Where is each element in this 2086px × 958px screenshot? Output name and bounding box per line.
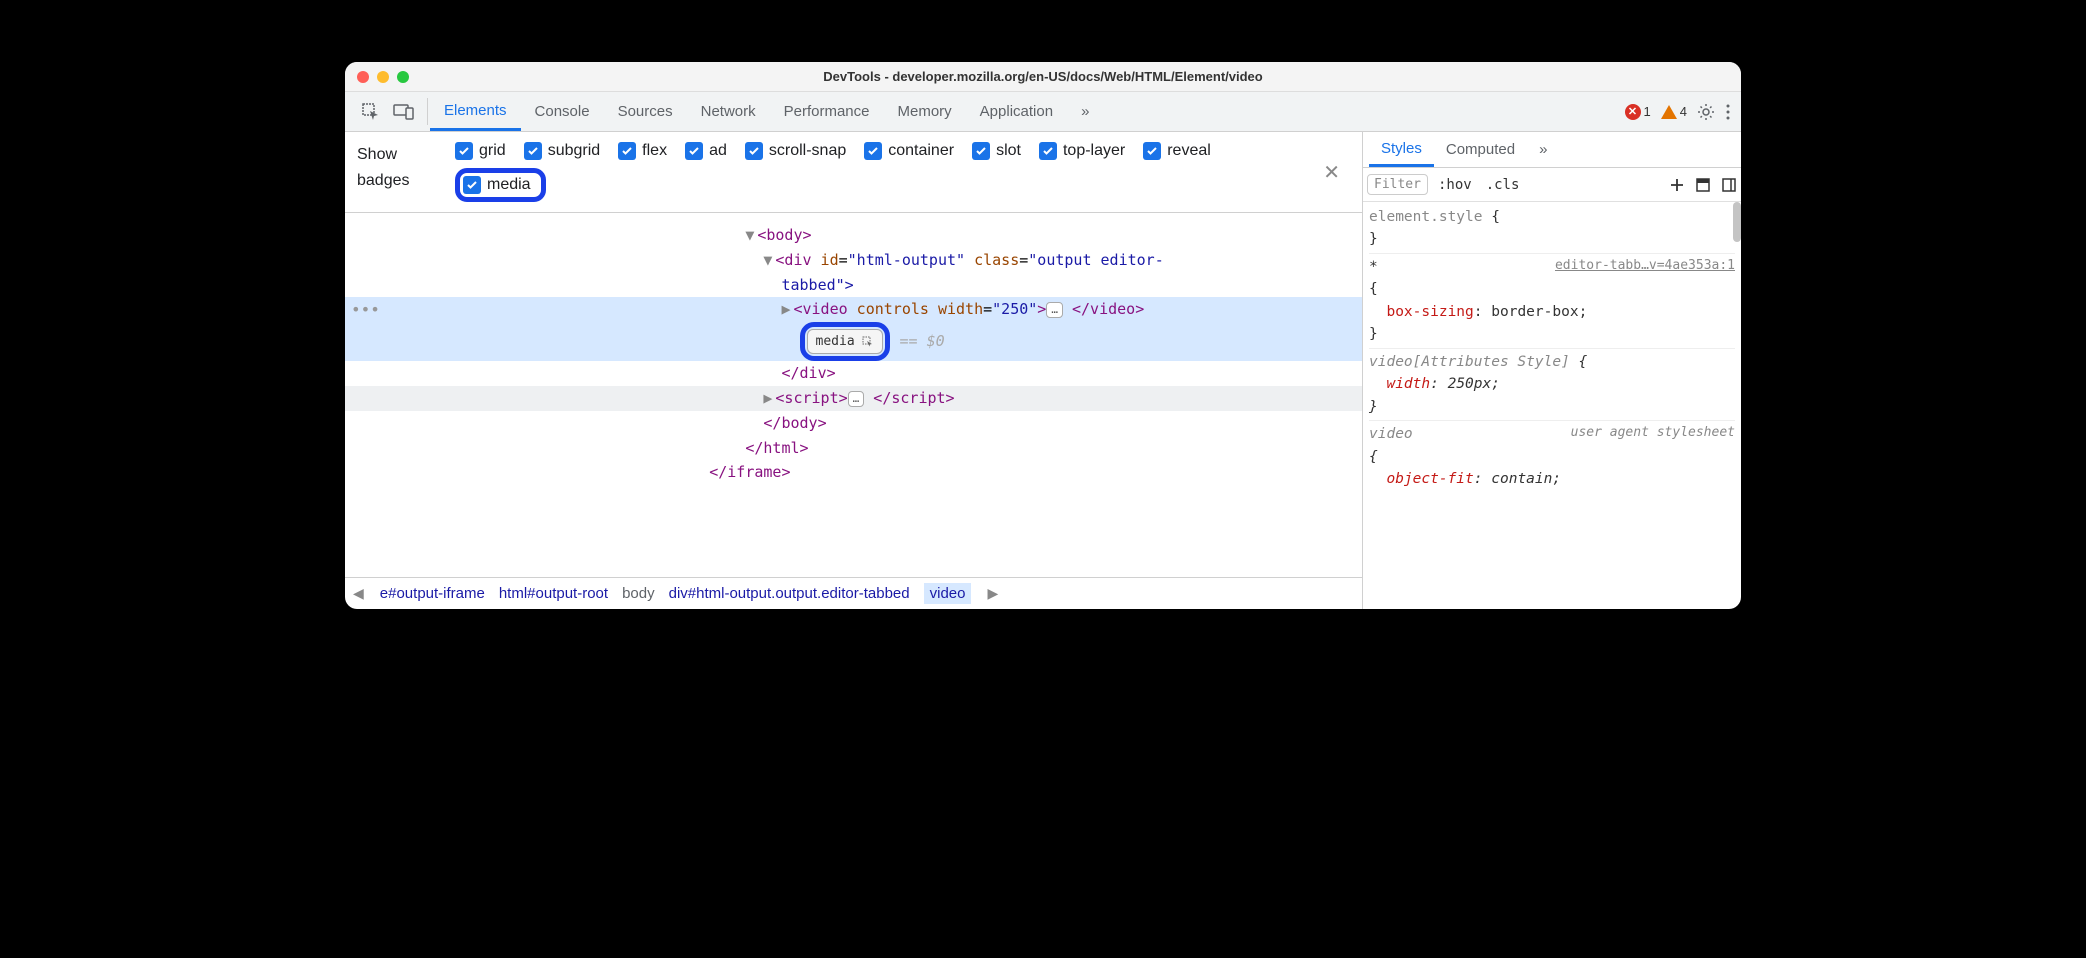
dom-script-line[interactable]: ▶<script>… </script>	[345, 386, 1362, 411]
tab-styles[interactable]: Styles	[1369, 132, 1434, 167]
styles-pane: Styles Computed » Filter :hov .cls eleme…	[1363, 132, 1741, 609]
breadcrumb: ◀ e#output-iframe html#output-root body …	[345, 577, 1362, 609]
tab-network[interactable]: Network	[687, 92, 770, 131]
tab-console[interactable]: Console	[521, 92, 604, 131]
window-title: DevTools - developer.mozilla.org/en-US/d…	[345, 69, 1741, 84]
badge-reveal[interactable]: reveal	[1143, 142, 1211, 160]
styles-body[interactable]: element.style {} *editor-tabb…v=4ae353a:…	[1363, 202, 1741, 609]
titlebar: DevTools - developer.mozilla.org/en-US/d…	[345, 62, 1741, 92]
breadcrumb-item-selected[interactable]: video	[924, 583, 972, 604]
rule-source-link[interactable]: editor-tabb…v=4ae353a:1	[1555, 256, 1735, 276]
breadcrumb-right[interactable]: ▶	[985, 585, 1000, 602]
badges-label: Showbadges	[357, 142, 437, 193]
close-badges-button[interactable]: ✕	[1313, 156, 1350, 189]
warning-count[interactable]: 4	[1661, 104, 1687, 119]
badge-flex[interactable]: flex	[618, 142, 667, 160]
dom-selected-video[interactable]: ••• ▶<video controls width="250">… </vid…	[345, 297, 1362, 322]
tab-memory[interactable]: Memory	[884, 92, 966, 131]
badge-scroll-snap[interactable]: scroll-snap	[745, 142, 846, 160]
gear-icon[interactable]	[1697, 103, 1715, 121]
more-tabs[interactable]: »	[1067, 92, 1103, 131]
badge-top-layer[interactable]: top-layer	[1039, 142, 1125, 160]
breadcrumb-item[interactable]: html#output-root	[499, 585, 608, 602]
styles-toolbar: Filter :hov .cls	[1363, 168, 1741, 202]
badge-slot[interactable]: slot	[972, 142, 1021, 160]
device-toggle-icon[interactable]	[393, 103, 415, 121]
inspect-icon[interactable]	[361, 102, 381, 122]
breadcrumb-item[interactable]: e#output-iframe	[380, 585, 485, 602]
badge-subgrid[interactable]: subgrid	[524, 142, 600, 160]
breadcrumb-item[interactable]: div#html-output.output.editor-tabbed	[669, 585, 910, 602]
tab-computed[interactable]: Computed	[1434, 132, 1527, 167]
scrollbar-thumb[interactable]	[1733, 202, 1741, 242]
tab-sources[interactable]: Sources	[604, 92, 687, 131]
more-styles-tabs[interactable]: »	[1527, 132, 1559, 167]
computed-panel-icon[interactable]	[1695, 177, 1711, 193]
media-badge-pill[interactable]: media	[800, 322, 891, 361]
new-style-icon[interactable]	[1669, 177, 1685, 193]
elements-pane: Showbadges grid subgrid flex ad scroll-s…	[345, 132, 1363, 609]
sidebar-toggle-icon[interactable]	[1721, 177, 1737, 193]
badge-media[interactable]: media	[455, 168, 546, 202]
tab-performance[interactable]: Performance	[770, 92, 884, 131]
badges-bar: Showbadges grid subgrid flex ad scroll-s…	[345, 132, 1362, 213]
styles-filter[interactable]: Filter	[1367, 174, 1428, 195]
dom-tree[interactable]: ▼<body> ▼<div id="html-output" class="ou…	[345, 213, 1362, 577]
devtools-window: DevTools - developer.mozilla.org/en-US/d…	[345, 62, 1741, 609]
breadcrumb-item[interactable]: body	[622, 585, 655, 602]
main-toolbar: Elements Console Sources Network Perform…	[345, 92, 1741, 132]
error-icon: ✕	[1625, 104, 1641, 120]
badge-grid[interactable]: grid	[455, 142, 506, 160]
hov-toggle[interactable]: :hov	[1434, 175, 1476, 195]
styles-tabs: Styles Computed »	[1363, 132, 1741, 168]
tab-application[interactable]: Application	[966, 92, 1067, 131]
breadcrumb-left[interactable]: ◀	[351, 585, 366, 602]
badges-list: grid subgrid flex ad scroll-snap contain…	[455, 142, 1287, 202]
content-area: Showbadges grid subgrid flex ad scroll-s…	[345, 132, 1741, 609]
tab-elements[interactable]: Elements	[430, 92, 521, 131]
badge-container[interactable]: container	[864, 142, 954, 160]
badge-ad[interactable]: ad	[685, 142, 727, 160]
cls-toggle[interactable]: .cls	[1482, 175, 1524, 195]
warning-icon	[1661, 105, 1677, 119]
more-icon[interactable]	[1725, 103, 1731, 121]
error-count[interactable]: ✕ 1	[1625, 104, 1651, 120]
